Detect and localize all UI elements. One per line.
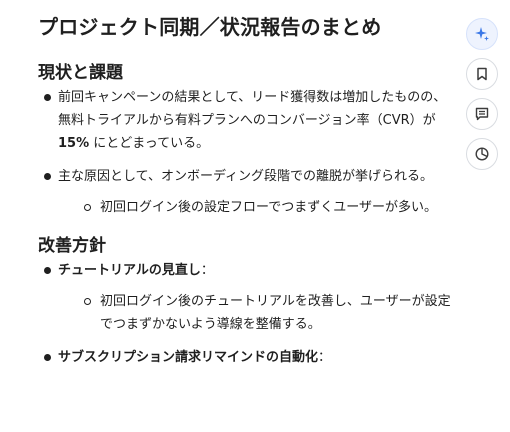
bullet-list: 前回キャンペーンの結果として、リード獲得数は増加したものの、無料トライアルから有…: [38, 86, 458, 219]
bullet-bold-label: チュートリアルの見直し: [58, 263, 201, 278]
comment-button[interactable]: [466, 98, 498, 130]
chart-button[interactable]: [466, 138, 498, 170]
bookmark-icon: [477, 67, 487, 81]
list-item: 主な原因として、オンボーディング段階での離脱が挙げられる。 初回ログイン後の設定…: [38, 165, 458, 219]
pie-chart-icon: [475, 147, 489, 161]
sub-bullet-list: 初回ログイン後のチュートリアルを改善し、ユーザーが設定でつまずかないよう導線を整…: [58, 290, 458, 336]
comment-icon: [475, 107, 489, 121]
sub-list-item: 初回ログイン後の設定フローでつまずくユーザーが多い。: [80, 196, 458, 219]
bullet-text: ：: [200, 263, 214, 278]
bullet-text: にとどまっている。: [89, 136, 210, 151]
bullet-bold-value: 15%: [58, 136, 90, 151]
list-item: サブスクリプション請求リマインドの自動化：: [38, 346, 458, 369]
sub-list-item: 初回ログイン後のチュートリアルを改善し、ユーザーが設定でつまずかないよう導線を整…: [80, 290, 458, 336]
list-item: チュートリアルの見直し： 初回ログイン後のチュートリアルを改善し、ユーザーが設定…: [38, 259, 458, 336]
bookmark-button[interactable]: [466, 58, 498, 90]
list-item: 前回キャンペーンの結果として、リード獲得数は増加したものの、無料トライアルから有…: [38, 86, 458, 155]
sub-bullet-list: 初回ログイン後の設定フローでつまずくユーザーが多い。: [58, 196, 458, 219]
section-heading-current-status: 現状と課題: [38, 63, 123, 83]
bullet-text: ：: [318, 350, 332, 365]
bullet-list: チュートリアルの見直し： 初回ログイン後のチュートリアルを改善し、ユーザーが設定…: [38, 259, 458, 369]
document: プロジェクト同期／状況報告のまとめ 現状と課題 前回キャンペーンの結果として、リ…: [38, 12, 458, 369]
bullet-text: 前回キャンペーンの結果として、リード獲得数は増加したものの、無料トライアルから有…: [58, 90, 447, 128]
section-heading-improvement-policy: 改善方針: [38, 236, 106, 256]
side-toolbar: [466, 18, 500, 178]
ai-assist-button[interactable]: [466, 18, 498, 50]
bullet-text: 主な原因として、オンボーディング段階での離脱が挙げられる。: [58, 169, 434, 184]
sparkle-icon: [475, 27, 489, 41]
bullet-bold-label: サブスクリプション請求リマインドの自動化: [58, 350, 319, 365]
page-title: プロジェクト同期／状況報告のまとめ: [38, 15, 382, 39]
